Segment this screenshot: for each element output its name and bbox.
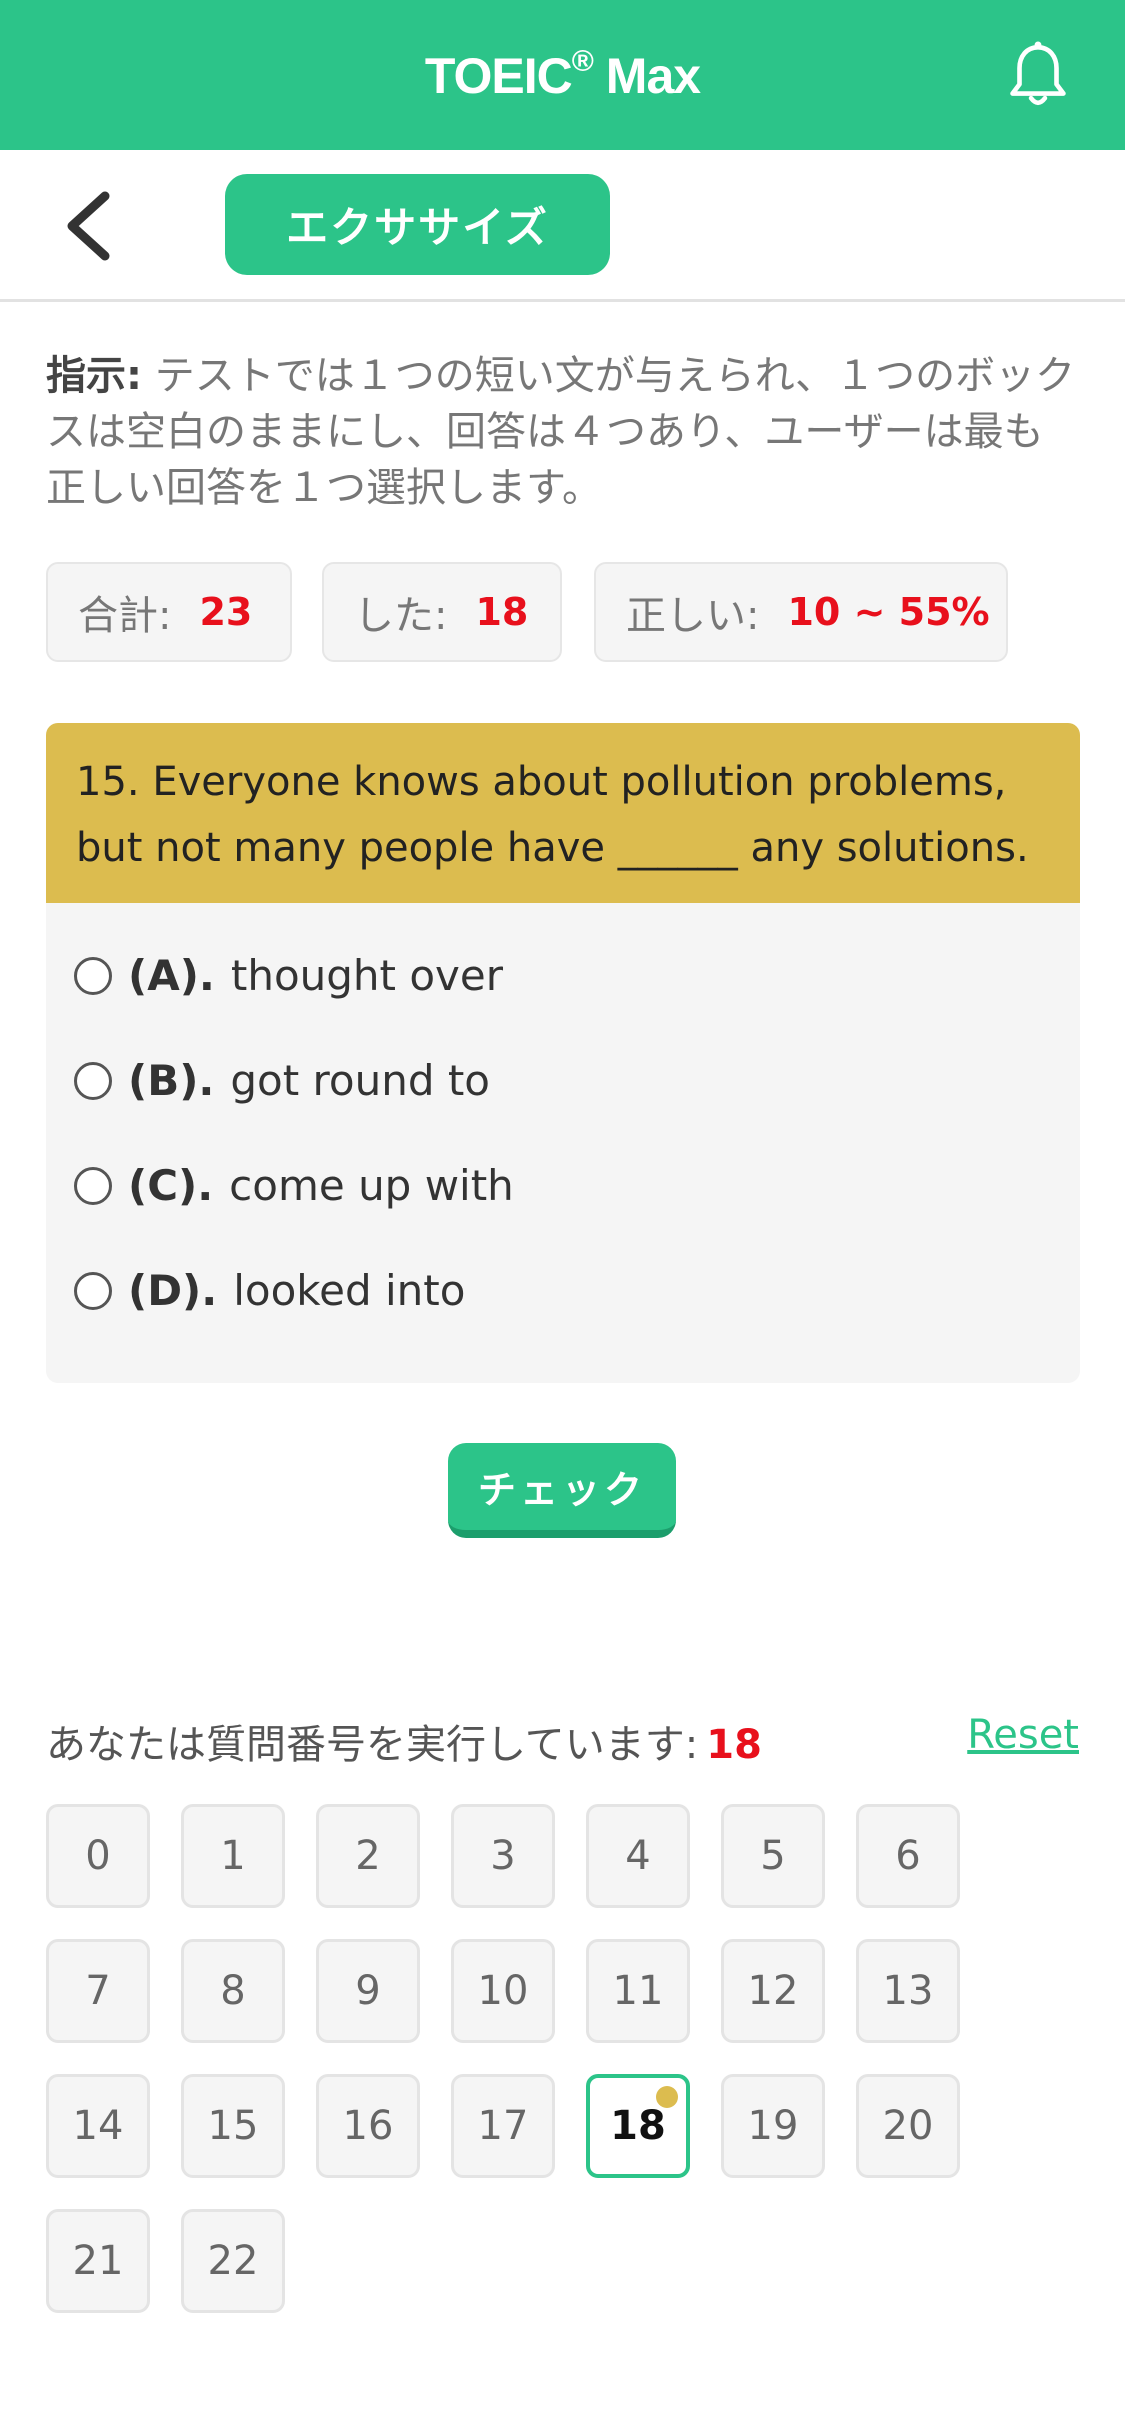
stat-correct: 正しい: 10 ~ 55% xyxy=(594,562,1008,662)
question-number-label: 4 xyxy=(625,1833,651,1879)
radio-button-icon[interactable] xyxy=(74,1061,112,1100)
option-letter: (C). xyxy=(128,1161,214,1210)
radio-button-icon[interactable] xyxy=(74,1166,112,1205)
option-text: looked into xyxy=(233,1266,466,1315)
question-number-16[interactable]: 16 xyxy=(316,2074,420,2178)
radio-button-icon[interactable] xyxy=(74,1271,112,1310)
stat-done: した: 18 xyxy=(322,562,562,662)
option-d[interactable]: (D). looked into xyxy=(46,1238,1080,1343)
instructions: 指示: テストでは１つの短い文が与えられ、１つのボックスは空白のままにし、回答は… xyxy=(46,348,1076,516)
question-number-label: 5 xyxy=(760,1833,786,1879)
chevron-left-icon[interactable] xyxy=(60,190,120,262)
option-text: come up with xyxy=(229,1161,514,1210)
question-number-0[interactable]: 0 xyxy=(46,1804,150,1908)
question-card: 15. Everyone knows about pollution probl… xyxy=(46,723,1080,1383)
question-number-15[interactable]: 15 xyxy=(181,2074,285,2178)
bell-icon[interactable] xyxy=(1001,38,1075,112)
question-number-4[interactable]: 4 xyxy=(586,1804,690,1908)
tab-exercise[interactable]: エクササイズ xyxy=(225,174,610,275)
question-number-label: 1 xyxy=(220,1833,246,1879)
option-letter: (D). xyxy=(128,1266,218,1315)
registered-mark: ® xyxy=(571,45,594,78)
question-number-7[interactable]: 7 xyxy=(46,1939,150,2043)
question-number-22[interactable]: 22 xyxy=(181,2209,285,2313)
sub-header: エクササイズ xyxy=(0,150,1125,302)
app-title-suffix: Max xyxy=(592,48,701,104)
question-number-10[interactable]: 10 xyxy=(451,1939,555,2043)
option-c[interactable]: (C). come up with xyxy=(46,1133,1080,1238)
question-number-label: 8 xyxy=(220,1968,246,2014)
question-number-6[interactable]: 6 xyxy=(856,1804,960,1908)
radio-button-icon[interactable] xyxy=(74,956,112,995)
question-number-label: 21 xyxy=(72,2238,124,2284)
question-number-14[interactable]: 14 xyxy=(46,2074,150,2178)
options-list: (A). thought over (B). got round to (C).… xyxy=(46,903,1080,1343)
stat-total: 合計: 23 xyxy=(46,562,292,662)
instructions-label: 指示: xyxy=(46,353,142,399)
instructions-text: テストでは１つの短い文が与えられ、１つのボックスは空白のままにし、回答は４つあり… xyxy=(46,353,1076,511)
question-text: 15. Everyone knows about pollution probl… xyxy=(46,723,1080,903)
check-button[interactable]: チェック xyxy=(448,1443,676,1538)
question-number-17[interactable]: 17 xyxy=(451,2074,555,2178)
app-title: TOEIC® Max xyxy=(424,45,701,105)
question-number-label: 12 xyxy=(747,1968,799,2014)
stat-total-value: 23 xyxy=(199,590,253,634)
question-number-label: 14 xyxy=(72,2103,124,2149)
option-a[interactable]: (A). thought over xyxy=(46,923,1080,1028)
stat-total-label: 合計: xyxy=(78,593,172,639)
question-number-2[interactable]: 2 xyxy=(316,1804,420,1908)
question-number-19[interactable]: 19 xyxy=(721,2074,825,2178)
question-number-label: 19 xyxy=(747,2103,799,2149)
question-number-3[interactable]: 3 xyxy=(451,1804,555,1908)
question-number-label: 6 xyxy=(895,1833,921,1879)
app-header: TOEIC® Max xyxy=(0,0,1125,150)
question-number-label: 0 xyxy=(85,1833,111,1879)
progress-current-number: 18 xyxy=(706,1722,762,1768)
question-number-label: 17 xyxy=(477,2103,529,2149)
question-number-label: 16 xyxy=(342,2103,394,2149)
question-number-label: 3 xyxy=(490,1833,516,1879)
question-number-20[interactable]: 20 xyxy=(856,2074,960,2178)
question-number-label: 7 xyxy=(85,1968,111,2014)
option-text: got round to xyxy=(230,1056,490,1105)
stat-done-value: 18 xyxy=(475,590,529,634)
stat-done-label: した: xyxy=(354,593,448,639)
question-number-label: 13 xyxy=(882,1968,934,2014)
option-letter: (A). xyxy=(128,951,215,1000)
question-number-18[interactable]: 18 xyxy=(586,2074,690,2178)
question-number-label: 22 xyxy=(207,2238,259,2284)
question-number-label: 2 xyxy=(355,1833,381,1879)
option-b[interactable]: (B). got round to xyxy=(46,1028,1080,1133)
progress-label: あなたは質問番号を実行しています: xyxy=(46,1722,699,1768)
stat-correct-label: 正しい: xyxy=(626,593,760,639)
question-number-label: 10 xyxy=(477,1968,529,2014)
question-number-label: 20 xyxy=(882,2103,934,2149)
question-number-1[interactable]: 1 xyxy=(181,1804,285,1908)
question-number-21[interactable]: 21 xyxy=(46,2209,150,2313)
option-letter: (B). xyxy=(128,1056,215,1105)
option-text: thought over xyxy=(230,951,504,1000)
question-number-label: 18 xyxy=(610,2103,666,2149)
reset-link[interactable]: Reset xyxy=(967,1712,1079,1758)
question-number-9[interactable]: 9 xyxy=(316,1939,420,2043)
question-number-13[interactable]: 13 xyxy=(856,1939,960,2043)
current-marker-dot xyxy=(656,2086,678,2108)
question-number-label: 11 xyxy=(612,1968,664,2014)
question-number-8[interactable]: 8 xyxy=(181,1939,285,2043)
current-question-indicator: あなたは質問番号を実行しています: 18 xyxy=(46,1712,762,1770)
question-number-5[interactable]: 5 xyxy=(721,1804,825,1908)
question-number-12[interactable]: 12 xyxy=(721,1939,825,2043)
question-number-label: 9 xyxy=(355,1968,381,2014)
app-title-text: TOEIC xyxy=(424,48,573,104)
stat-correct-value: 10 ~ 55% xyxy=(787,590,990,634)
question-number-11[interactable]: 11 xyxy=(586,1939,690,2043)
question-number-label: 15 xyxy=(207,2103,259,2149)
